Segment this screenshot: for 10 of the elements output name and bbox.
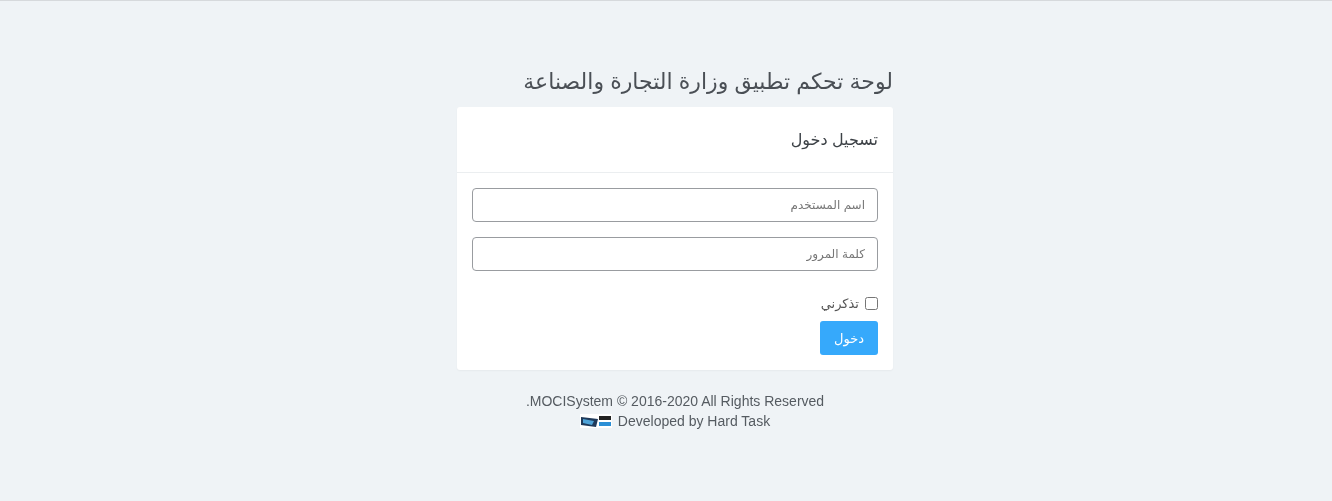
password-field[interactable]: كلمة المرور	[472, 237, 878, 271]
username-field[interactable]: اسم المستخدم	[472, 188, 878, 222]
copyright-text: MOCISystem © 2016-2020 All Rights Reserved.	[525, 393, 825, 409]
login-button[interactable]: دخول	[820, 321, 878, 355]
developer-text: Developed by Hard Task	[617, 413, 771, 429]
card-title: تسجيل دخول	[790, 130, 878, 149]
logo-icon	[579, 414, 612, 428]
page-title: لوحة تحكم تطبيق وزارة التجارة والصناعة	[522, 68, 893, 97]
remember-checkbox[interactable]	[865, 297, 878, 310]
remember-label: تذكرني	[820, 296, 859, 311]
